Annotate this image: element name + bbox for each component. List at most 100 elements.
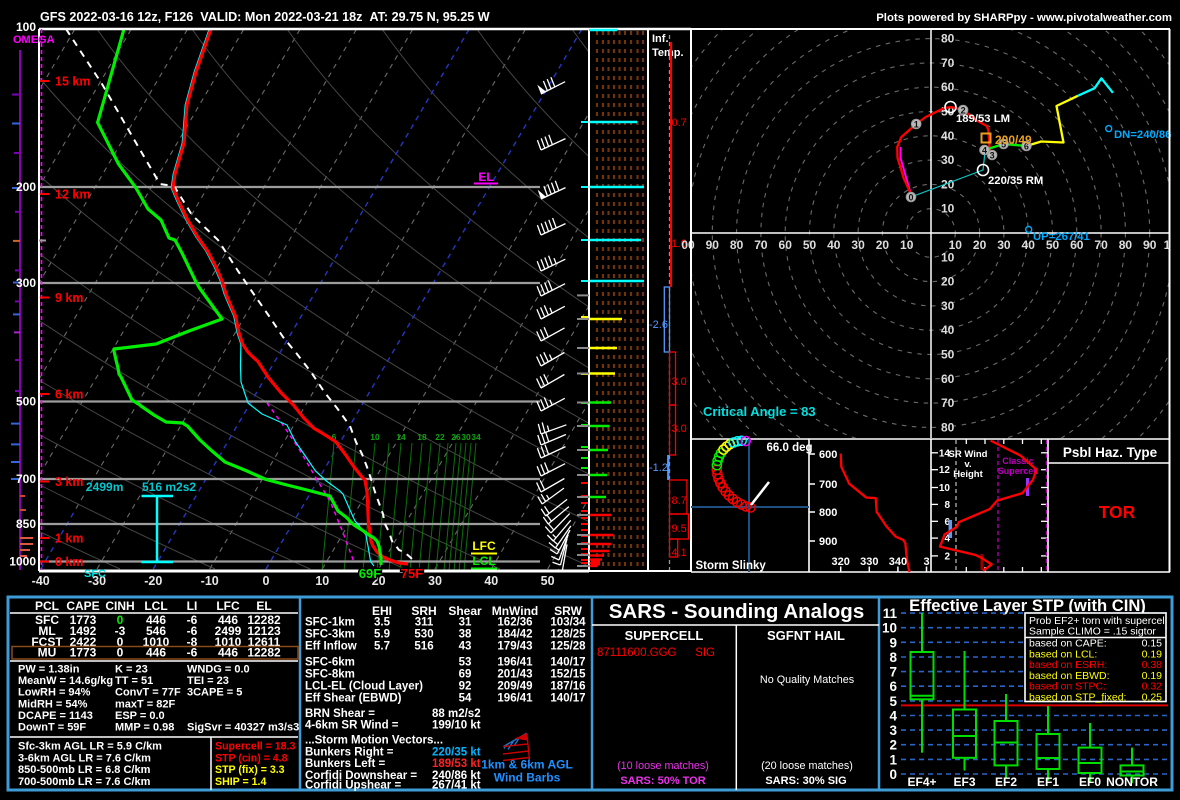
svg-text:700: 700: [819, 479, 837, 491]
svg-text:Supercell = 18.3: Supercell = 18.3: [215, 741, 295, 753]
svg-text:DownT = 59F: DownT = 59F: [18, 722, 86, 734]
svg-text:EL: EL: [256, 599, 271, 613]
svg-text:SFC-1km: SFC-1km: [305, 617, 355, 629]
svg-text:10: 10: [941, 250, 955, 264]
svg-text:9.5: 9.5: [672, 523, 687, 535]
svg-text:Supercell: Supercell: [998, 466, 1039, 476]
svg-text:maxT = 82F: maxT = 82F: [115, 698, 176, 710]
svg-text:20: 20: [941, 275, 955, 289]
svg-text:DN=240/86: DN=240/86: [1114, 129, 1171, 141]
svg-text:140/17: 140/17: [550, 657, 585, 669]
svg-text:3: 3: [889, 723, 897, 738]
svg-text:SFC-8km: SFC-8km: [305, 669, 355, 681]
svg-text:30: 30: [941, 299, 955, 313]
svg-text:2: 2: [889, 738, 897, 753]
svg-text:162/36: 162/36: [497, 617, 532, 629]
svg-text:10: 10: [370, 432, 380, 442]
svg-text:201/43: 201/43: [497, 669, 532, 681]
svg-text:0 km: 0 km: [55, 555, 84, 569]
svg-text:STP (fix) = 3.3: STP (fix) = 3.3: [215, 764, 285, 776]
svg-text:43: 43: [459, 641, 472, 653]
svg-text:Psbl Haz. Type: Psbl Haz. Type: [1063, 445, 1158, 460]
svg-text:MeanW = 14.6g/kg: MeanW = 14.6g/kg: [18, 675, 113, 687]
svg-text:200/49: 200/49: [995, 133, 1032, 147]
svg-text:900: 900: [819, 536, 837, 548]
svg-text:60: 60: [941, 80, 955, 94]
svg-text:1: 1: [889, 752, 897, 767]
svg-text:189/53 kt: 189/53 kt: [432, 758, 481, 770]
svg-text:60: 60: [779, 238, 793, 252]
svg-text:5.7: 5.7: [374, 641, 390, 653]
svg-text:4: 4: [982, 146, 987, 156]
svg-text:Corfidi Upshear =: Corfidi Upshear =: [305, 780, 401, 792]
svg-text:Critical Angle = 83: Critical Angle = 83: [703, 404, 816, 419]
svg-text:103/34: 103/34: [550, 617, 586, 629]
svg-text:Height: Height: [953, 469, 983, 480]
svg-text:PCL: PCL: [35, 599, 59, 613]
svg-text:140/17: 140/17: [550, 693, 585, 705]
svg-text:850: 850: [16, 517, 36, 531]
svg-text:LFC: LFC: [472, 539, 496, 553]
svg-text:3: 3: [923, 556, 929, 568]
svg-text:6: 6: [889, 679, 897, 694]
svg-text:700-500mb LR = 7.6 C/km: 700-500mb LR = 7.6 C/km: [18, 776, 151, 788]
svg-text:Sample CLIMO = .15 sigtor: Sample CLIMO = .15 sigtor: [1029, 626, 1156, 638]
svg-text:9: 9: [889, 635, 897, 650]
svg-text:446: 446: [146, 646, 166, 660]
svg-text:TEI = 23: TEI = 23: [187, 675, 229, 687]
svg-text:14: 14: [396, 432, 406, 442]
svg-text:50: 50: [941, 348, 955, 362]
svg-text:(20 loose matches): (20 loose matches): [761, 760, 853, 772]
svg-text:196/41: 196/41: [497, 693, 533, 705]
svg-text:40: 40: [827, 238, 841, 252]
svg-text:187/16: 187/16: [550, 681, 585, 693]
svg-text:-1.2: -1.2: [649, 462, 668, 474]
svg-text:SIG: SIG: [695, 647, 715, 659]
svg-text:Bunkers Left =: Bunkers Left =: [305, 758, 385, 770]
svg-text:PW = 1.38in: PW = 1.38in: [18, 664, 80, 676]
svg-text:128/25: 128/25: [550, 629, 586, 641]
svg-text:STP (cin) = 4.8: STP (cin) = 4.8: [215, 752, 288, 764]
svg-text:0: 0: [117, 646, 124, 660]
svg-text:30: 30: [941, 153, 955, 167]
svg-text:EL: EL: [478, 170, 493, 184]
svg-text:Temp.: Temp.: [652, 47, 684, 59]
svg-text:80: 80: [941, 32, 955, 46]
svg-text:20: 20: [973, 238, 987, 252]
svg-text:Eff Shear (EBWD): Eff Shear (EBWD): [305, 693, 402, 705]
svg-text:22: 22: [435, 432, 445, 442]
svg-text:530: 530: [414, 629, 433, 641]
svg-text:100: 100: [16, 20, 36, 34]
svg-text:SGFNT HAIL: SGFNT HAIL: [767, 628, 845, 643]
svg-text:54: 54: [459, 693, 472, 705]
svg-text:Wind Barbs: Wind Barbs: [494, 771, 561, 785]
svg-text:SFC-3km: SFC-3km: [305, 629, 355, 641]
svg-text:EF4+: EF4+: [907, 775, 936, 789]
svg-text:80: 80: [941, 420, 955, 434]
svg-text:34: 34: [471, 432, 481, 442]
svg-text:20: 20: [876, 238, 890, 252]
svg-text:4: 4: [889, 709, 897, 724]
svg-text:0: 0: [889, 767, 897, 782]
svg-text:9 km: 9 km: [55, 291, 84, 305]
svg-text:SHIP = 1.4: SHIP = 1.4: [215, 776, 266, 788]
svg-text:TT = 51: TT = 51: [115, 675, 153, 687]
svg-text:Sfc-3km AGL LR = 5.9 C/km: Sfc-3km AGL LR = 5.9 C/km: [18, 741, 162, 753]
svg-text:1773: 1773: [70, 646, 97, 660]
svg-text:90: 90: [706, 238, 720, 252]
svg-text:Effective Layer STP (with CIN): Effective Layer STP (with CIN): [909, 596, 1146, 615]
svg-text:EF1: EF1: [1037, 775, 1059, 789]
svg-text:700: 700: [16, 472, 36, 486]
svg-text:SARS: 50% TOR: SARS: 50% TOR: [620, 775, 705, 787]
svg-text:12 km: 12 km: [55, 188, 90, 202]
svg-text:BRN Shear =: BRN Shear =: [305, 708, 375, 720]
svg-text:3.0: 3.0: [672, 376, 687, 388]
svg-text:LCL-EL (Cloud Layer): LCL-EL (Cloud Layer): [305, 681, 423, 693]
svg-text:DCAPE = 1143: DCAPE = 1143: [18, 710, 93, 722]
svg-text:LCL: LCL: [472, 554, 495, 568]
svg-text:40: 40: [484, 574, 498, 588]
svg-text:10: 10: [900, 238, 914, 252]
svg-text:-10: -10: [201, 574, 219, 588]
svg-text:70: 70: [941, 396, 955, 410]
svg-text:10: 10: [315, 574, 329, 588]
